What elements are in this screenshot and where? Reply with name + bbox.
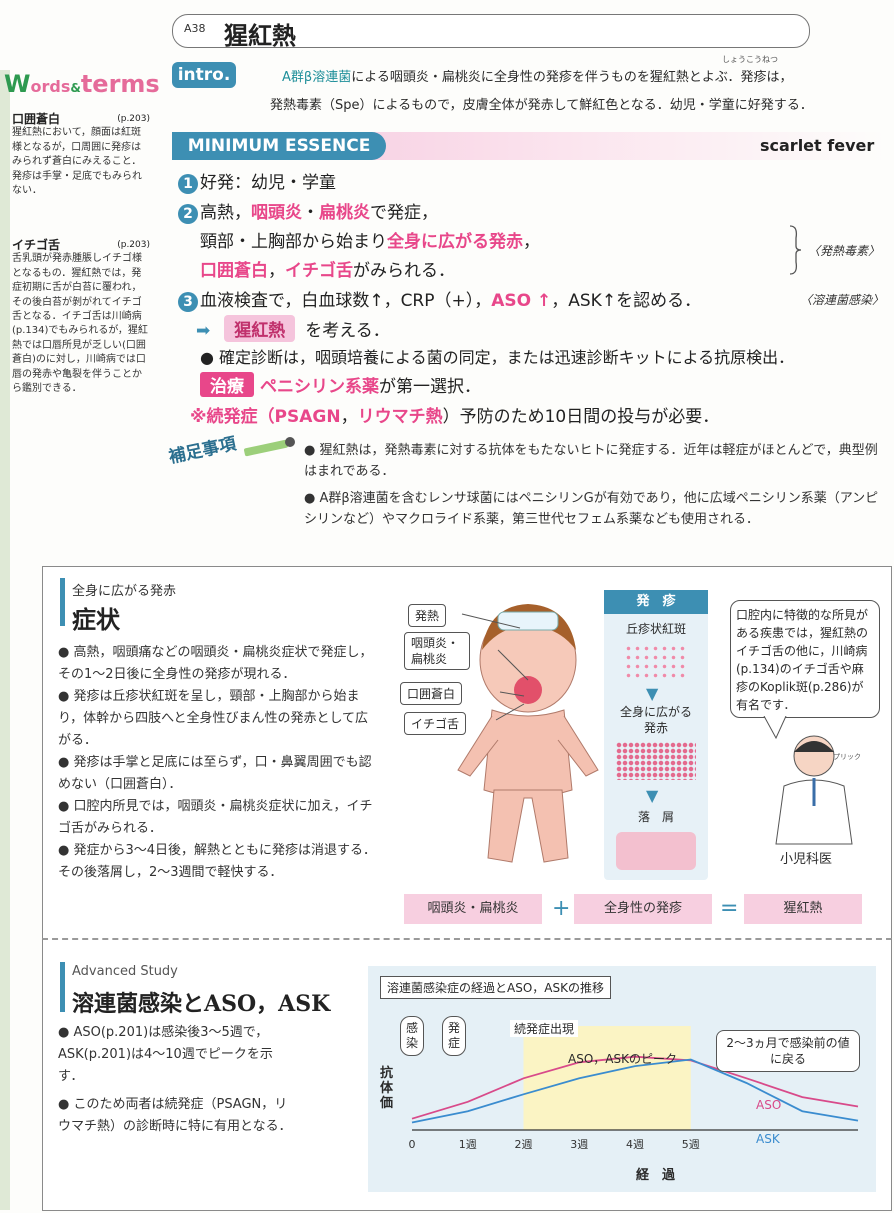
left-edge-band [0,70,10,1210]
rash-panel-title: 発 疹 [604,590,708,614]
essence-line-6: ➡ 猩紅熱 を考える． [196,315,390,342]
words-terms-logo: Words&terms [4,70,160,98]
advanced-bullets: ● ASO(p.201)は感染後3～5週で，ASK(p.201)は4～10週でピ… [58,1022,298,1138]
essence-line-4: 口囲蒼白，イチゴ舌がみられる． [200,261,455,281]
annot-peak: ASO，ASKのピーク [568,1052,677,1066]
essence-english: scarlet fever [760,136,875,155]
eq-rash: 全身性の発疹 [574,894,712,924]
x-tick-label: 1週 [459,1138,477,1151]
term-title: 口囲蒼白 [12,112,61,126]
x-tick-label: 2週 [515,1138,533,1151]
list-item: ● 高熱，咽頭痛などの咽頭炎・扁桃炎症状で発症し，その1～2日後に全身性の発疹が… [58,645,373,682]
x-tick-label: 0 [409,1138,416,1151]
x-tick-label: 3週 [570,1138,588,1151]
intro-line-2: 発熱毒素（Spe）によるもので，皮膚全体が発赤して鮮紅色となる．幼児・学童に好発… [270,98,813,113]
intro-badge: intro. [172,62,236,88]
x-tick-label: 4週 [626,1138,644,1151]
rash-stage-2: 全身に広がる発赤 [619,705,692,735]
term-oral-pallor: 口囲蒼白 (p.203) 猩紅熱において，顔面は紅斑様となるが，口周囲に発疹はみら… [12,112,150,198]
supplement-title: 補足事項 [167,434,238,468]
eq-plus: + [552,896,571,921]
list-item: ● このため両者は続発症（PSAGN，リウマチ熱）の診断時に特に有用となる． [58,1097,292,1134]
page-title: 猩紅熱 [224,22,296,50]
essence-line-1: 1 好発：幼児・学童 [178,168,336,194]
annot-onset: 発症 [442,1016,466,1056]
rash-stage-3: 落 屑 [637,810,674,824]
intro-bacteria: A群β溶連菌 [282,70,352,85]
essence-line-5: 3 血液検査で，白血球数↑，CRP（+），ASO ↑，ASK↑を認める． [178,286,701,312]
essence-line-8: 治療 ペニシリン系薬が第一選択． [200,372,481,397]
term-strawberry-tongue: イチゴ舌 (p.203) 舌乳頭が発赤腫脹しイチゴ様となるもの．猩紅熱では，発症初… [12,238,150,396]
doctor-illustration [763,716,853,845]
list-item: ● 発疹は丘疹状紅斑を呈し，頸部・上胸部から始まり，体幹から四肢へと全身性びまん… [58,689,369,748]
x-tick-label: 5週 [682,1138,700,1151]
annot-return: 2～3ヵ月で感染前の値に戻る [716,1030,860,1072]
eq-result: 猩紅熱 [744,894,862,924]
section-bar [60,578,65,626]
list-item: ● 発症から3～4日後，解熱とともに発疹は消退する．その後落屑し，2～3週間で軽… [58,843,377,880]
rash-dots-2 [616,742,696,780]
chart-xlabel: 経 過 [636,1168,676,1183]
arrow-down-icon: ▼ [646,786,659,805]
essence-line-7: ● 確定診断は，咽頭培養による菌の同定，または迅速診断キットによる抗原検出． [200,348,795,367]
series-label-aso: ASO [756,1098,782,1112]
leader-lines [461,613,529,721]
eq-equals: = [720,896,739,921]
essence-line-3: 頸部・上胸部から始まり全身に広がる発赤， [200,232,540,252]
symptoms-subtitle: 全身に広がる発赤 [72,584,177,599]
essence-line-5-note: 〈溶連菌感染〉 [800,293,885,307]
chart-ylabel: 抗体価 [380,1066,394,1111]
rash-stage-1: 丘疹状紅斑 [625,622,686,636]
supplement-p2: ● A群β溶連菌を含むレンサ球菌にはペニシリンGが有効であり，他に広域ペニシリン… [304,491,879,527]
brace-note: 〈発熱毒素〉 [808,244,881,258]
essence-line-9: ※続発症（PSAGN，リウマチ熱）予防のため10日間の投与が必要． [190,407,720,427]
supplement-p1: ● 猩紅熱は，発熱毒素に対する抗体をもたないヒトに発症する．近年は軽症がほとんど… [304,443,878,479]
advanced-title: 溶連菌感染とASO，ASK [72,991,331,1017]
desquamation-image [616,832,696,870]
term-page: (p.203) [117,114,150,124]
intro-line-1-rest: による咽頭炎・扁桃炎に全身性の発疹を伴うものを猩紅熱とよぶ．発疹は， [351,70,793,85]
intro-line-1: A群β溶連菌による咽頭炎・扁桃炎に全身性の発疹を伴うものを猩紅熱とよぶ．発疹は， [252,66,882,85]
annot-sequela: 続発症出現 [510,1020,579,1037]
term-page: (p.203) [117,240,150,250]
list-item: ● 口腔内所見では，咽頭炎・扁桃炎症状に加え，イチゴ舌がみられる． [58,799,373,836]
arrow-right-icon: ➡ [196,321,211,341]
term-desc: 舌乳頭が発赤腫脹しイチゴ様となるもの．猩紅熱では，発症初期に舌が白苔に覆われ，そ… [12,253,148,395]
antibody-chart: 0 1週 2週 3週 4週 5週 [409,1026,859,1151]
eq-pharyngitis: 咽頭炎・扁桃炎 [404,894,542,924]
essence-label: MINIMUM ESSENCE [172,132,386,160]
symptoms-bullets: ● 高熱，咽頭痛などの咽頭炎・扁桃炎症状で発症し，その1～2日後に全身性の発疹が… [58,642,378,884]
list-item: ● ASO(p.201)は感染後3～5週で，ASK(p.201)は4～10週でピ… [58,1025,273,1084]
sequela-highlight [523,1026,691,1130]
symptoms-title: 症状 [72,605,120,634]
term-desc: 猩紅熱において，顔面は紅斑様となるが，口周囲に発疹はみられず蒼白にみえること．発… [12,127,142,197]
doctor-label: 小児科医 [780,852,833,867]
term-title: イチゴ舌 [12,238,61,252]
brace-icon [789,225,802,275]
pencil-icon [244,437,295,457]
annot-infection: 感染 [400,1016,424,1056]
section-bar [60,962,65,1012]
list-item: ● 発疹は手掌と足底には至らず，口・鼻翼周囲でも認めない（口囲蒼白）． [58,755,372,792]
series-label-ask: ASK [756,1132,780,1146]
chart-ticks: 0 1週 2週 3週 4週 5週 [409,1138,700,1151]
section-code: A38 [184,22,206,35]
advanced-subtitle: Advanced Study [72,964,178,979]
arrow-down-icon: ▼ [646,684,659,703]
rash-dots-1 [624,644,688,680]
essence-line-2: 2 高熱，咽頭炎・扁桃炎で発症， [178,198,438,224]
bubble-text: 口腔内に特徴的な所見がある疾患では，猩紅熱のイチゴ舌の他に，川崎病(p.134)… [736,608,869,712]
furigana: しょうこうねつ [722,55,778,64]
